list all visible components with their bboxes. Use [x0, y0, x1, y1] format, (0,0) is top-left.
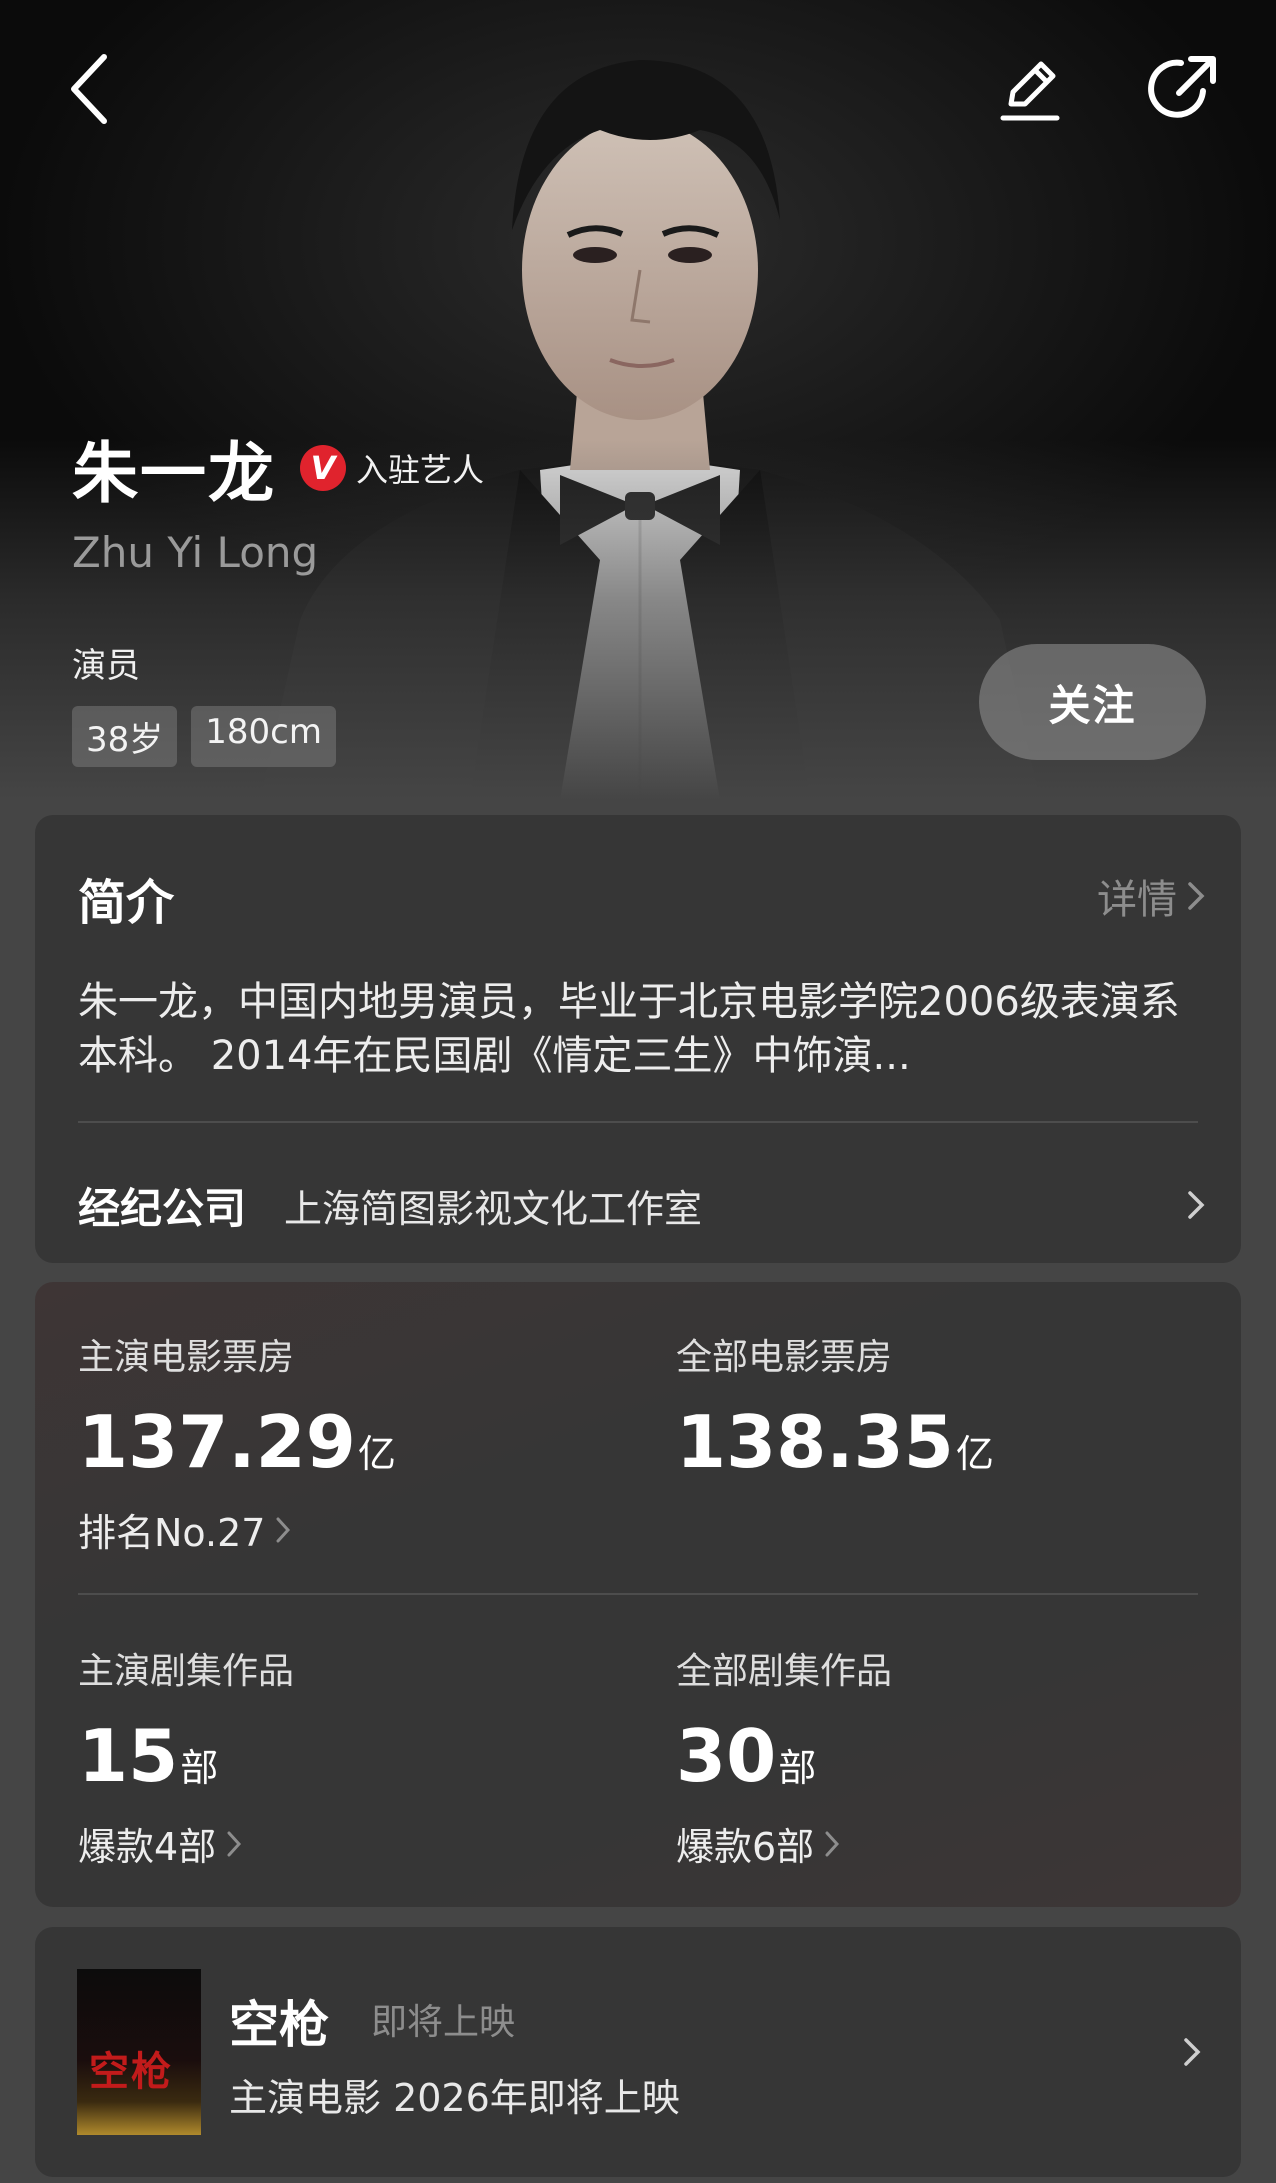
stat-value: 15部	[78, 1716, 294, 1808]
stat-number: 138.35	[676, 1400, 954, 1484]
stat-label: 主演电影票房	[78, 1337, 295, 1378]
divider	[78, 1593, 1198, 1595]
artist-profession: 演员	[72, 646, 140, 686]
intro-detail-link[interactable]: 详情	[1097, 867, 1205, 925]
artist-name-row: 朱一龙 V 入驻艺人	[72, 420, 484, 516]
stats-card: 主演电影票房 137.29亿 排名No.27 全部电影票房 138.35亿 主演…	[35, 1282, 1241, 1907]
movie-status: 即将上映	[371, 2002, 516, 2043]
share-button[interactable]	[1138, 44, 1228, 134]
follow-button[interactable]: 关注	[979, 644, 1206, 760]
chevron-right-icon	[1188, 882, 1205, 910]
stat-number: 137.29	[78, 1400, 356, 1484]
movie-info: 主演电影 2026年即将上映	[229, 2076, 680, 2120]
hit-series-label: 爆款4部	[78, 1825, 217, 1869]
height-tag: 180cm	[191, 706, 336, 767]
all-series-stat: 全部剧集作品 30部 爆款6部	[676, 1642, 892, 1871]
artist-tags: 38岁 180cm	[72, 706, 336, 767]
intro-text: 朱一龙，中国内地男演员，毕业于北京电影学院2006级表演系本科。 2014年在民…	[78, 979, 1180, 1079]
stat-number: 15	[78, 1714, 179, 1798]
hit-series-label: 爆款6部	[676, 1825, 815, 1869]
stat-value: 138.35亿	[676, 1402, 994, 1494]
hit-series-link[interactable]: 爆款6部	[676, 1816, 892, 1871]
stat-label: 全部电影票房	[676, 1337, 893, 1378]
share-icon	[1148, 56, 1216, 118]
stat-unit: 亿	[357, 1432, 396, 1476]
upcoming-movie-card[interactable]: 空枪 空枪 即将上映 主演电影 2026年即将上映	[35, 1927, 1241, 2177]
age-tag: 38岁	[72, 706, 178, 767]
stat-value: 30部	[676, 1716, 892, 1808]
intro-card: 简介 详情 朱一龙，中国内地男演员，毕业于北京电影学院2006级表演系本科。 2…	[35, 815, 1241, 1263]
stat-value: 137.29亿	[78, 1402, 396, 1494]
edit-icon	[1000, 61, 1060, 121]
stat-label: 主演剧集作品	[78, 1651, 295, 1692]
stat-unit: 亿	[955, 1432, 994, 1476]
agency-label: 经纪公司	[78, 1183, 247, 1233]
divider	[78, 1121, 1198, 1123]
stat-unit: 部	[778, 1746, 817, 1790]
verified-label: 入驻艺人	[356, 451, 485, 489]
stat-label: 全部剧集作品	[676, 1651, 893, 1692]
intro-title: 简介	[78, 875, 175, 931]
artist-name: 朱一龙	[72, 435, 276, 512]
ranking-label: 排名No.27	[78, 1511, 266, 1555]
agency-value: 上海简图影视文化工作室	[284, 1186, 703, 1231]
chevron-right-icon	[825, 1831, 840, 1856]
hero-section: 朱一龙 V 入驻艺人 Zhu Yi Long 演员 38岁 180cm 关注	[0, 0, 1276, 800]
artist-name-en: Zhu Yi Long	[72, 528, 319, 577]
ranking-link[interactable]: 排名No.27	[78, 1502, 396, 1557]
verified-v-icon: V	[300, 445, 346, 491]
stat-unit: 部	[180, 1746, 219, 1790]
chevron-right-icon	[1188, 1191, 1205, 1219]
agency-row[interactable]: 经纪公司 上海简图影视文化工作室	[78, 1160, 1205, 1250]
edit-button[interactable]	[985, 44, 1075, 134]
back-button[interactable]	[44, 44, 134, 134]
back-icon	[71, 54, 107, 124]
all-movie-box-stat: 全部电影票房 138.35亿	[676, 1328, 994, 1494]
movie-title: 空枪	[229, 1996, 329, 2054]
detail-label: 详情	[1097, 877, 1177, 923]
chevron-right-icon	[276, 1517, 291, 1542]
chevron-right-icon	[1184, 2038, 1201, 2066]
chevron-right-icon	[227, 1831, 242, 1856]
movie-poster: 空枪	[77, 1969, 201, 2135]
poster-title: 空枪	[89, 2048, 173, 2095]
lead-movie-box-stat: 主演电影票房 137.29亿 排名No.27	[78, 1328, 396, 1557]
hit-series-link[interactable]: 爆款4部	[78, 1816, 294, 1871]
lead-series-stat: 主演剧集作品 15部 爆款4部	[78, 1642, 294, 1871]
stat-number: 30	[676, 1714, 777, 1798]
